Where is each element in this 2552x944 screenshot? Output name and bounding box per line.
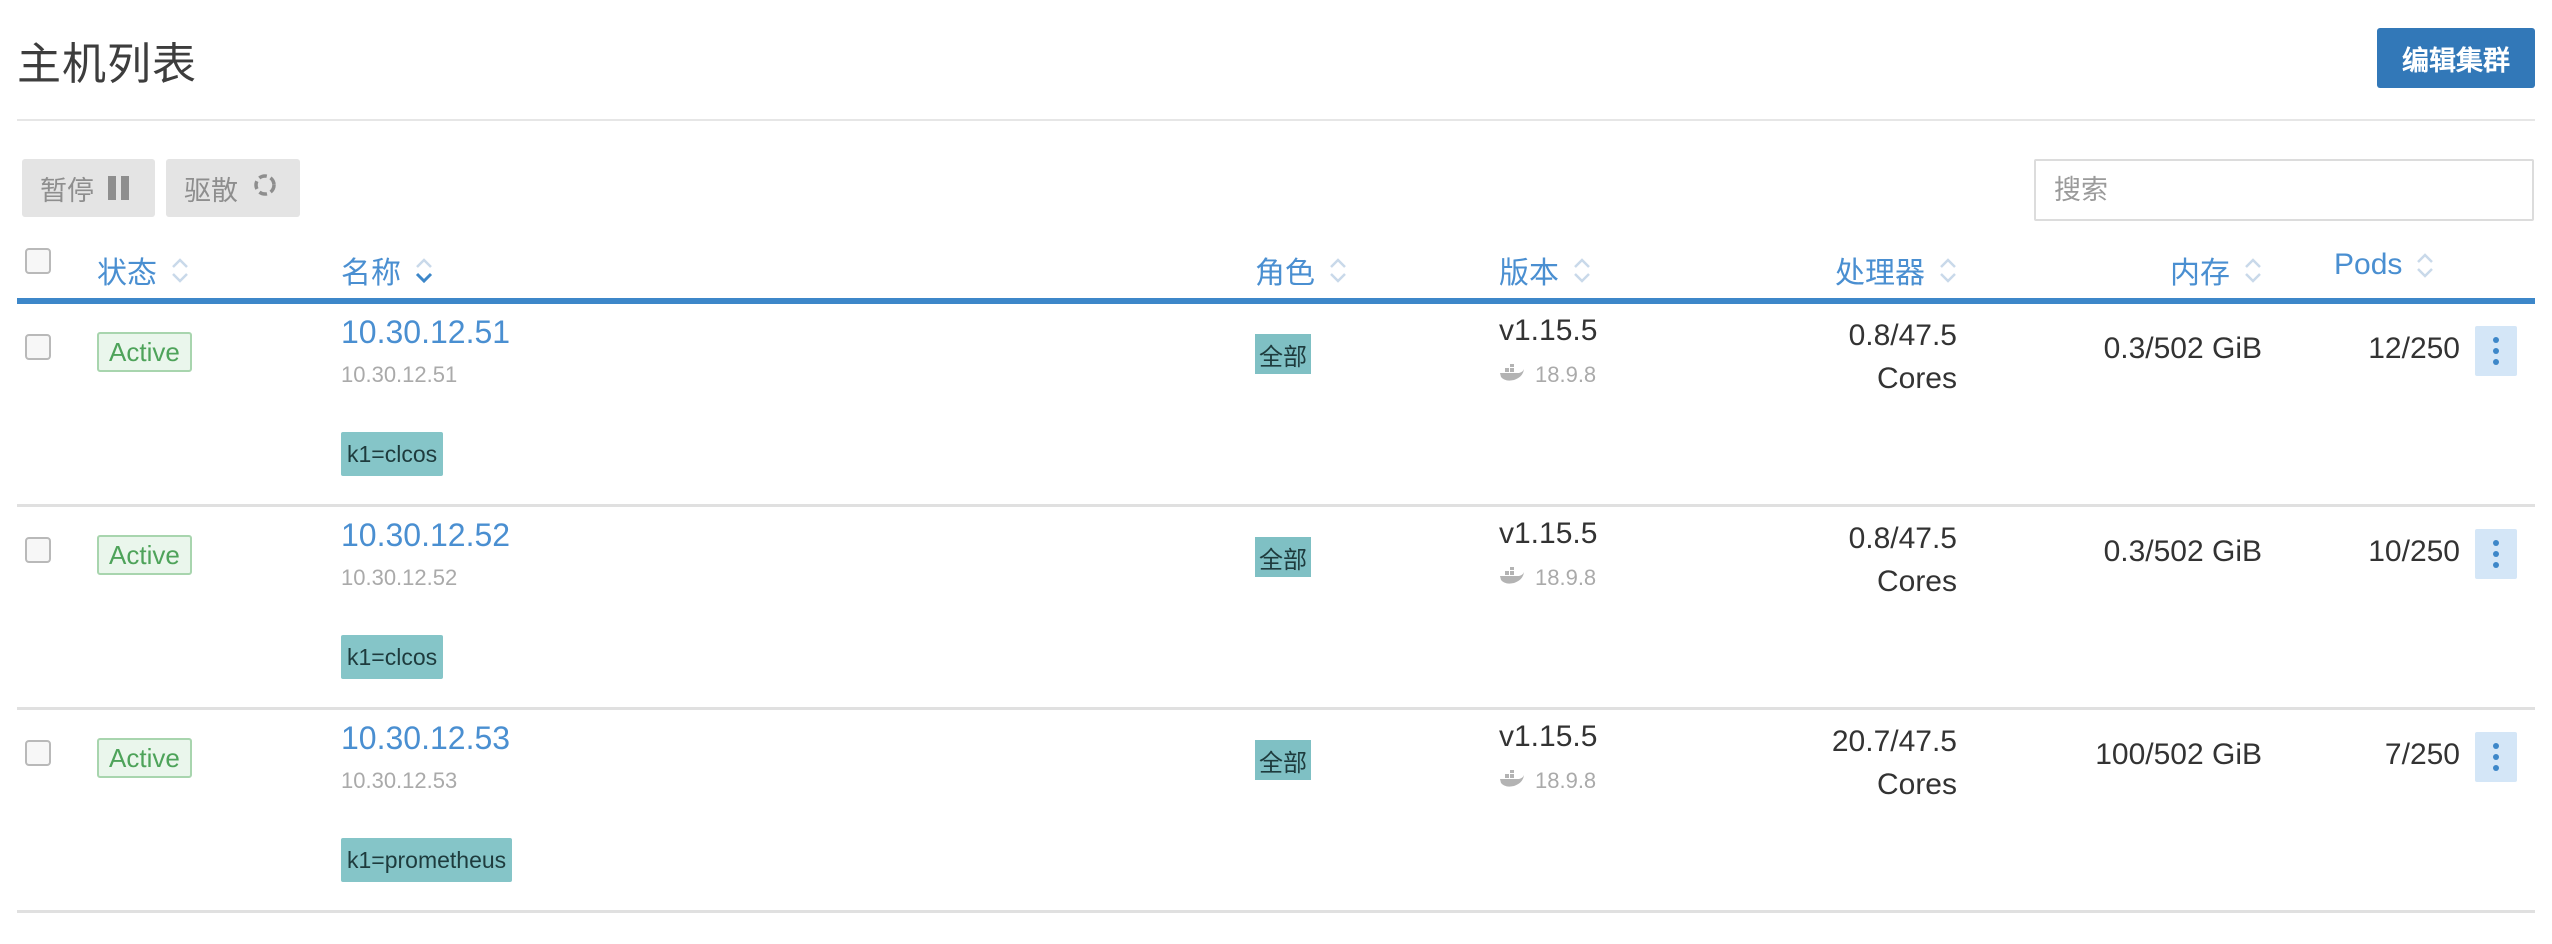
column-header-status-label: 状态 xyxy=(97,257,157,290)
sort-icon xyxy=(1329,257,1347,284)
host-address: 10.30.12.52 xyxy=(341,565,458,590)
page-title: 主机列表 xyxy=(17,40,197,89)
sort-icon xyxy=(2244,257,2262,284)
cpu-usage: 0.8/47.5 Cores xyxy=(1677,314,1957,400)
cpu-usage-value: 0.8/47.5 xyxy=(1848,522,1957,555)
host-name-link[interactable]: 10.30.12.53 xyxy=(341,720,510,757)
label-chip: k1=clcos xyxy=(341,432,444,476)
status-badge: Active xyxy=(97,332,192,372)
docker-version: 18.9.8 xyxy=(1499,565,1596,591)
host-name-link[interactable]: 10.30.12.52 xyxy=(341,517,510,554)
column-header-cpu[interactable]: 处理器 xyxy=(1717,248,1957,292)
role-chip: 全部 xyxy=(1255,740,1311,780)
sort-icon xyxy=(2416,252,2434,279)
kube-version: v1.15.5 xyxy=(1499,517,1598,550)
docker-version-text: 18.9.8 xyxy=(1535,565,1597,590)
column-header-version-label: 版本 xyxy=(1499,257,1559,290)
row-checkbox[interactable] xyxy=(25,334,51,360)
pause-button-label: 暂停 xyxy=(40,175,94,206)
table-row: Active 10.30.12.53 10.30.12.53 k1=promet… xyxy=(17,710,2535,913)
kebab-menu-icon[interactable] xyxy=(2475,529,2517,579)
status-badge: Active xyxy=(97,738,192,778)
chevron-down-icon xyxy=(415,257,433,284)
drain-button[interactable]: 驱散 xyxy=(166,159,300,217)
cpu-usage: 20.7/47.5 Cores xyxy=(1677,720,1957,806)
pods-count: 10/250 xyxy=(2368,535,2460,568)
table-row: Active 10.30.12.51 10.30.12.51 k1=clcos … xyxy=(17,304,2535,507)
kebab-menu-icon[interactable] xyxy=(2475,732,2517,782)
column-header-role[interactable]: 角色 xyxy=(1255,248,1347,292)
column-header-name-label: 名称 xyxy=(341,257,401,290)
status-badge: Active xyxy=(97,535,192,575)
docker-version-text: 18.9.8 xyxy=(1535,768,1597,793)
role-chip: 全部 xyxy=(1255,334,1311,374)
pods-count: 12/250 xyxy=(2368,332,2460,365)
kube-version: v1.15.5 xyxy=(1499,314,1598,347)
host-address: 10.30.12.53 xyxy=(341,768,458,793)
table-row: Active 10.30.12.52 10.30.12.52 k1=clcos … xyxy=(17,507,2535,710)
memory-usage: 100/502 GiB xyxy=(2095,738,2262,771)
pause-icon xyxy=(108,176,129,200)
row-divider xyxy=(17,910,2535,913)
cpu-usage-unit: Cores xyxy=(1876,362,1957,395)
label-chip: k1=clcos xyxy=(341,635,444,679)
column-header-pods[interactable]: Pods xyxy=(2334,248,2434,282)
column-header-name[interactable]: 名称 xyxy=(341,248,433,292)
column-header-role-label: 角色 xyxy=(1255,257,1315,290)
docker-version-text: 18.9.8 xyxy=(1535,362,1597,387)
kube-version: v1.15.5 xyxy=(1499,720,1598,753)
row-checkbox[interactable] xyxy=(25,537,51,563)
column-header-memory-label: 内存 xyxy=(2170,257,2230,290)
column-header-pods-label: Pods xyxy=(2334,248,2403,281)
cpu-usage-value: 0.8/47.5 xyxy=(1848,319,1957,352)
memory-usage: 0.3/502 GiB xyxy=(2103,535,2262,568)
host-name-link[interactable]: 10.30.12.51 xyxy=(341,314,510,351)
docker-version: 18.9.8 xyxy=(1499,768,1596,794)
column-header-status[interactable]: 状态 xyxy=(97,248,189,292)
select-all-checkbox[interactable] xyxy=(25,248,51,274)
sort-icon xyxy=(171,257,189,284)
role-chip: 全部 xyxy=(1255,537,1311,577)
memory-usage: 0.3/502 GiB xyxy=(2103,332,2262,365)
refresh-icon xyxy=(252,172,278,205)
column-header-version[interactable]: 版本 xyxy=(1499,248,1591,292)
cpu-usage: 0.8/47.5 Cores xyxy=(1677,517,1957,603)
column-header-cpu-label: 处理器 xyxy=(1835,257,1925,290)
edit-cluster-button[interactable]: 编辑集群 xyxy=(2377,28,2535,88)
label-chip: k1=prometheus xyxy=(341,838,513,882)
cpu-usage-unit: Cores xyxy=(1876,768,1957,801)
search-input[interactable] xyxy=(2034,159,2534,221)
header-divider xyxy=(17,119,2535,121)
sort-icon xyxy=(1939,257,1957,284)
pods-count: 7/250 xyxy=(2384,738,2460,771)
docker-whale-icon xyxy=(1499,362,1525,388)
cpu-usage-unit: Cores xyxy=(1876,565,1957,598)
docker-whale-icon xyxy=(1499,768,1525,794)
docker-whale-icon xyxy=(1499,565,1525,591)
cpu-usage-value: 20.7/47.5 xyxy=(1831,725,1957,758)
sort-icon xyxy=(1573,257,1591,284)
pause-button[interactable]: 暂停 xyxy=(22,159,155,217)
column-header-memory[interactable]: 内存 xyxy=(2057,248,2262,292)
host-address: 10.30.12.51 xyxy=(341,362,458,387)
kebab-menu-icon[interactable] xyxy=(2475,326,2517,376)
drain-button-label: 驱散 xyxy=(184,175,238,206)
row-checkbox[interactable] xyxy=(25,740,51,766)
docker-version: 18.9.8 xyxy=(1499,362,1596,388)
